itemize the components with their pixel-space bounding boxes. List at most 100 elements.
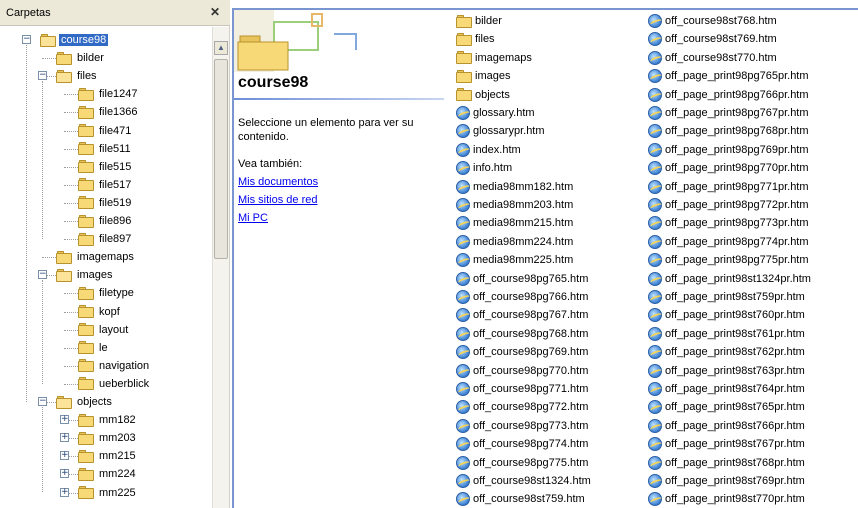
file-item[interactable]: off_course98st769.htm [648,30,777,48]
file-item[interactable]: off_page_print98pg771pr.htm [648,178,809,196]
file-item[interactable]: off_course98st770.htm [648,49,777,67]
file-item[interactable]: off_page_print98pg772pr.htm [648,196,809,214]
file-item[interactable]: off_page_print98st762pr.htm [648,343,805,361]
tree-item-file511[interactable]: file511 [78,140,133,158]
folder-item[interactable]: imagemaps [456,49,532,67]
expand-icon[interactable]: + [60,451,69,461]
file-item[interactable]: media98mm224.htm [456,233,573,251]
folder-item[interactable]: bilder [456,12,502,30]
expand-icon[interactable]: + [60,487,69,497]
tree-item-mm225[interactable]: mm225 [78,484,138,502]
tree-item-kopf[interactable]: kopf [78,303,122,321]
link-mi-pc[interactable]: Mi PC [238,212,268,224]
expand-icon[interactable]: + [60,469,69,479]
tree-item-bilder[interactable]: bilder [56,49,106,67]
file-item[interactable]: off_page_print98st766pr.htm [648,417,805,435]
file-item[interactable]: off_course98pg766.htm [456,288,588,306]
file-item[interactable]: off_page_print98pg775pr.htm [648,251,809,269]
file-item[interactable]: off_course98pg772.htm [456,398,588,416]
file-item[interactable]: index.htm [456,141,521,159]
file-item[interactable]: off_course98pg771.htm [456,380,588,398]
file-item[interactable]: off_course98pg773.htm [456,417,588,435]
folder-item[interactable]: objects [456,86,510,104]
tree-item-navigation[interactable]: navigation [78,357,151,375]
file-item[interactable]: info.htm [456,159,512,177]
tree-item-mm203[interactable]: mm203 [78,429,138,447]
file-item[interactable]: off_course98pg767.htm [456,306,588,324]
file-item[interactable]: off_page_print98pg773pr.htm [648,214,809,232]
file-item[interactable]: off_page_print98pg774pr.htm [648,233,809,251]
tree-item-objects[interactable]: objects [56,393,114,411]
file-item[interactable]: media98mm182.htm [456,178,573,196]
file-item[interactable]: off_course98pg774.htm [456,435,588,453]
folder-icon [78,359,94,373]
tree-item-ueberblick[interactable]: ueberblick [78,375,151,393]
tree-item-file1366[interactable]: file1366 [78,103,140,121]
file-item[interactable]: off_course98pg768.htm [456,325,588,343]
file-item[interactable]: glossary.htm [456,104,535,122]
expand-icon[interactable]: + [60,433,69,443]
file-item[interactable]: off_page_print98st1324pr.htm [648,270,811,288]
file-item[interactable]: off_page_print98st770pr.htm [648,490,805,508]
file-item[interactable]: off_course98st759.htm [456,490,585,508]
file-item[interactable]: off_page_print98st760pr.htm [648,306,805,324]
file-item[interactable]: off_course98pg765.htm [456,270,588,288]
file-item[interactable]: glossarypr.htm [456,122,545,140]
tree-item-file896[interactable]: file896 [78,212,133,230]
tree-item-file471[interactable]: file471 [78,122,133,140]
file-item[interactable]: off_page_print98st759pr.htm [648,288,805,306]
tree-item-images[interactable]: images [56,266,114,284]
file-item[interactable]: media98mm203.htm [456,196,573,214]
file-item[interactable]: off_page_print98pg767pr.htm [648,104,809,122]
file-item[interactable]: off_course98st1324.htm [456,472,591,490]
file-item[interactable]: off_page_print98st765pr.htm [648,398,805,416]
tree-item-file519[interactable]: file519 [78,194,133,212]
file-item[interactable]: media98mm225.htm [456,251,573,269]
tree-item-mm224[interactable]: mm224 [78,465,138,483]
file-item[interactable]: off_page_print98st763pr.htm [648,362,805,380]
file-item[interactable]: off_page_print98st764pr.htm [648,380,805,398]
collapse-icon[interactable]: − [22,35,31,44]
tree-item-imagemaps[interactable]: imagemaps [56,248,136,266]
file-item[interactable]: off_page_print98pg766pr.htm [648,86,809,104]
file-item[interactable]: off_page_print98pg769pr.htm [648,141,809,159]
folder-item[interactable]: files [456,30,495,48]
tree-item-layout[interactable]: layout [78,321,130,339]
file-name: off_course98st768.htm [665,15,777,27]
close-icon[interactable]: ✕ [210,5,220,19]
link-mis-sitios-de-red[interactable]: Mis sitios de red [238,194,317,206]
file-item[interactable]: off_page_print98st768pr.htm [648,454,805,472]
file-item[interactable]: off_page_print98st767pr.htm [648,435,805,453]
file-item[interactable]: off_course98st768.htm [648,12,777,30]
tree-item-course98[interactable]: course98 [40,31,109,49]
file-item[interactable]: off_course98pg769.htm [456,343,588,361]
scrollbar-thumb[interactable] [214,59,228,259]
tree-item-files[interactable]: files [56,67,99,85]
expand-icon[interactable]: + [60,415,69,425]
tree-item-mm182[interactable]: mm182 [78,411,138,429]
collapse-icon[interactable]: − [38,71,47,81]
tree-item-file1247[interactable]: file1247 [78,85,140,103]
file-item[interactable]: off_page_print98st769pr.htm [648,472,805,490]
file-item[interactable]: off_page_print98st761pr.htm [648,325,805,343]
scroll-up-arrow-icon[interactable]: ▲ [214,41,228,55]
file-item[interactable]: off_course98pg770.htm [456,362,588,380]
file-item[interactable]: off_page_print98pg768pr.htm [648,122,809,140]
tree-item-mm215[interactable]: mm215 [78,447,138,465]
collapse-icon[interactable]: − [38,270,47,280]
link-mis-documentos[interactable]: Mis documentos [238,176,318,188]
tree-item-file897[interactable]: file897 [78,230,133,248]
file-name: off_page_print98pg769pr.htm [665,143,809,156]
tree-item-le[interactable]: le [78,339,110,357]
file-item[interactable]: off_page_print98pg765pr.htm [648,67,809,85]
file-item[interactable]: off_course98pg775.htm [456,454,588,472]
file-item[interactable]: media98mm215.htm [456,214,573,232]
tree-item-file515[interactable]: file515 [78,158,133,176]
tree-item-file517[interactable]: file517 [78,176,133,194]
folder-item[interactable]: images [456,67,510,85]
file-item[interactable]: off_page_print98pg770pr.htm [648,159,809,177]
collapse-icon[interactable]: − [38,397,47,406]
tree-scrollbar[interactable]: ▲ [212,27,229,508]
file-name: off_page_print98st765pr.htm [665,401,805,414]
tree-item-filetype[interactable]: filetype [78,284,136,302]
